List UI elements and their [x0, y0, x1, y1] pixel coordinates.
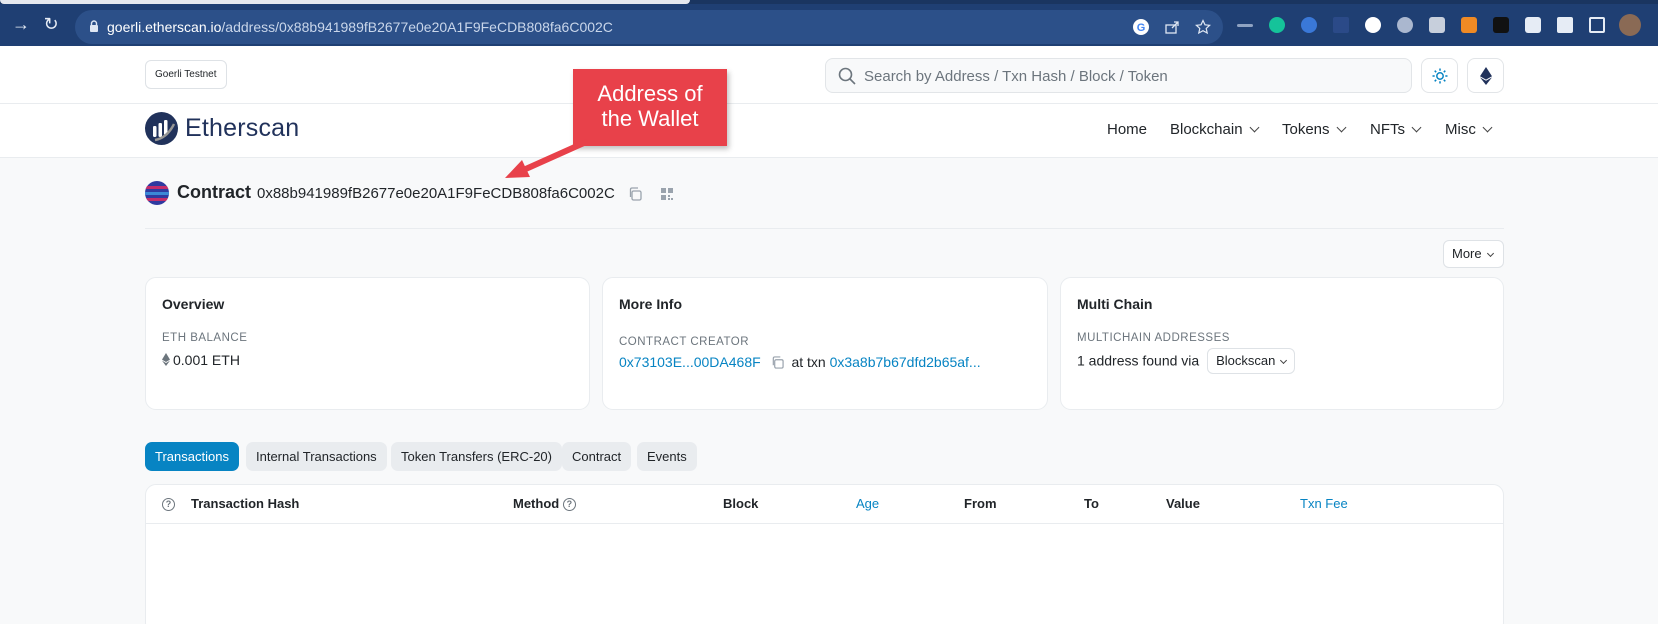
search-icon [838, 67, 856, 85]
col-block: Block [723, 496, 759, 511]
tab-contract[interactable]: Contract [562, 442, 632, 471]
creator-address-link[interactable]: 0x73103E...00DA468F [619, 354, 761, 370]
header-divider [145, 228, 1504, 229]
side-panel-icon[interactable] [1589, 17, 1605, 33]
search-input[interactable] [864, 65, 1394, 87]
contract-creator-caption: CONTRACT CREATOR [619, 336, 750, 348]
nav-misc[interactable]: Misc [1445, 121, 1493, 138]
globe-extension-icon[interactable] [1301, 17, 1317, 33]
col-method: Method ? [513, 496, 576, 512]
address-bar[interactable]: goerli.etherscan.io/address/0x88b941989f… [75, 10, 1223, 44]
more-button[interactable]: More [1443, 240, 1504, 268]
extension-divider-icon[interactable] [1237, 24, 1253, 27]
ethereum-icon [162, 353, 170, 366]
help-icon[interactable]: ? [562, 498, 576, 512]
v-extension-icon[interactable] [1333, 17, 1349, 33]
table-header-divider [146, 523, 1503, 524]
multi-chain-card: Multi Chain MULTICHAIN ADDRESSES 1 addre… [1060, 277, 1504, 410]
address-found-text: 1 address found via [1077, 352, 1200, 369]
tab-internal-transactions[interactable]: Internal Transactions [246, 442, 387, 471]
copy-icon[interactable] [628, 187, 642, 201]
col-txn-fee[interactable]: Txn Fee [1300, 496, 1348, 511]
theme-toggle-button[interactable] [1421, 58, 1458, 93]
col-transaction-hash: Transaction Hash [191, 496, 300, 511]
share-icon[interactable] [1164, 19, 1180, 35]
reload-icon[interactable]: ↻ [41, 14, 61, 34]
card-title: Overview [162, 296, 225, 312]
lock-icon [90, 20, 98, 32]
site-topbar: Goerli Testnet [0, 46, 1658, 104]
network-switch-button[interactable] [1467, 58, 1504, 93]
reading-list-icon[interactable] [1557, 17, 1573, 33]
multichain-row: 1 address found via Blockscan [1077, 348, 1296, 375]
tab-token-transfers[interactable]: Token Transfers (ERC-20) [391, 442, 562, 471]
target-extension-icon[interactable] [1397, 17, 1413, 33]
svg-text:G: G [1137, 22, 1146, 34]
card-title: More Info [619, 296, 682, 312]
chevron-down-icon [1411, 122, 1422, 133]
nav-nfts[interactable]: NFTs [1370, 121, 1422, 138]
nav-blockchain[interactable]: Blockchain [1170, 121, 1259, 138]
address-identicon [145, 181, 169, 205]
brand-name[interactable]: Etherscan [185, 114, 299, 143]
more-info-card: More Info CONTRACT CREATOR 0x73103E...00… [602, 277, 1048, 410]
tab-events[interactable]: Events [637, 442, 697, 471]
network-badge[interactable]: Goerli Testnet [145, 60, 227, 89]
blockscan-dropdown[interactable]: Blockscan [1207, 348, 1296, 374]
url-text: goerli.etherscan.io/address/0x88b941989f… [107, 19, 613, 35]
annotation-line-2: the Wallet [601, 106, 699, 131]
nav-tokens[interactable]: Tokens [1282, 121, 1346, 138]
contract-address: 0x88b941989fB2677e0e20A1F9FeCDB808fa6C00… [257, 185, 615, 202]
page-title: Contract [177, 182, 252, 202]
chevron-extension-icon[interactable] [1365, 17, 1381, 33]
annotation-line-1: Address of [597, 81, 703, 106]
transactions-table: ? Transaction Hash Method ? Block Age Fr… [145, 484, 1504, 624]
cube-extension-icon[interactable] [1429, 17, 1445, 33]
profile-avatar[interactable] [1619, 14, 1641, 36]
metamask-icon[interactable] [1461, 17, 1477, 33]
col-from: From [964, 496, 997, 511]
etherscan-logo-icon[interactable] [145, 112, 178, 145]
puzzle-icon[interactable] [1525, 17, 1541, 33]
overview-card: Overview ETH BALANCE 0.001 ETH [145, 277, 590, 410]
browser-tab[interactable] [0, 0, 690, 4]
a-extension-icon[interactable] [1493, 17, 1509, 33]
chevron-down-icon [1336, 122, 1346, 133]
google-icon[interactable]: G [1133, 19, 1149, 35]
help-icon[interactable]: ? [162, 496, 175, 512]
tab-transactions[interactable]: Transactions [145, 442, 239, 471]
forward-icon[interactable]: → [11, 14, 31, 34]
contract-creator-row: 0x73103E...00DA468F at txn 0x3a8b7b67dfd… [619, 354, 981, 370]
chevron-down-icon [1249, 122, 1259, 133]
ethereum-icon [1480, 67, 1492, 85]
qr-code-icon[interactable] [660, 187, 674, 201]
annotation-callout: Address of the Wallet [573, 69, 727, 146]
main-navbar: Etherscan Home Blockchain Tokens NFTs Mi… [0, 104, 1658, 158]
grammarly-icon[interactable] [1269, 17, 1285, 33]
multichain-caption: MULTICHAIN ADDRESSES [1077, 332, 1230, 344]
eth-balance-value: 0.001 ETH [162, 352, 240, 368]
col-value: Value [1166, 496, 1200, 511]
chevron-down-icon [1486, 249, 1494, 258]
at-txn-label: at txn [791, 354, 826, 370]
chevron-down-icon [1280, 356, 1288, 365]
creation-txn-link[interactable]: 0x3a8b7b67dfd2b65af... [830, 354, 981, 370]
copy-icon[interactable] [771, 356, 784, 369]
card-title: Multi Chain [1077, 296, 1153, 312]
sun-icon [1432, 68, 1448, 84]
browser-toolbar: → ↻ goerli.etherscan.io/address/0x88b941… [0, 0, 1658, 46]
col-to: To [1084, 496, 1099, 511]
eth-balance-caption: ETH BALANCE [162, 332, 248, 344]
nav-home[interactable]: Home [1107, 121, 1147, 138]
chevron-down-icon [1482, 122, 1493, 133]
search-box[interactable] [825, 58, 1412, 93]
tab-strip [0, 0, 1658, 4]
col-age[interactable]: Age [856, 496, 879, 511]
star-icon[interactable] [1195, 19, 1211, 35]
